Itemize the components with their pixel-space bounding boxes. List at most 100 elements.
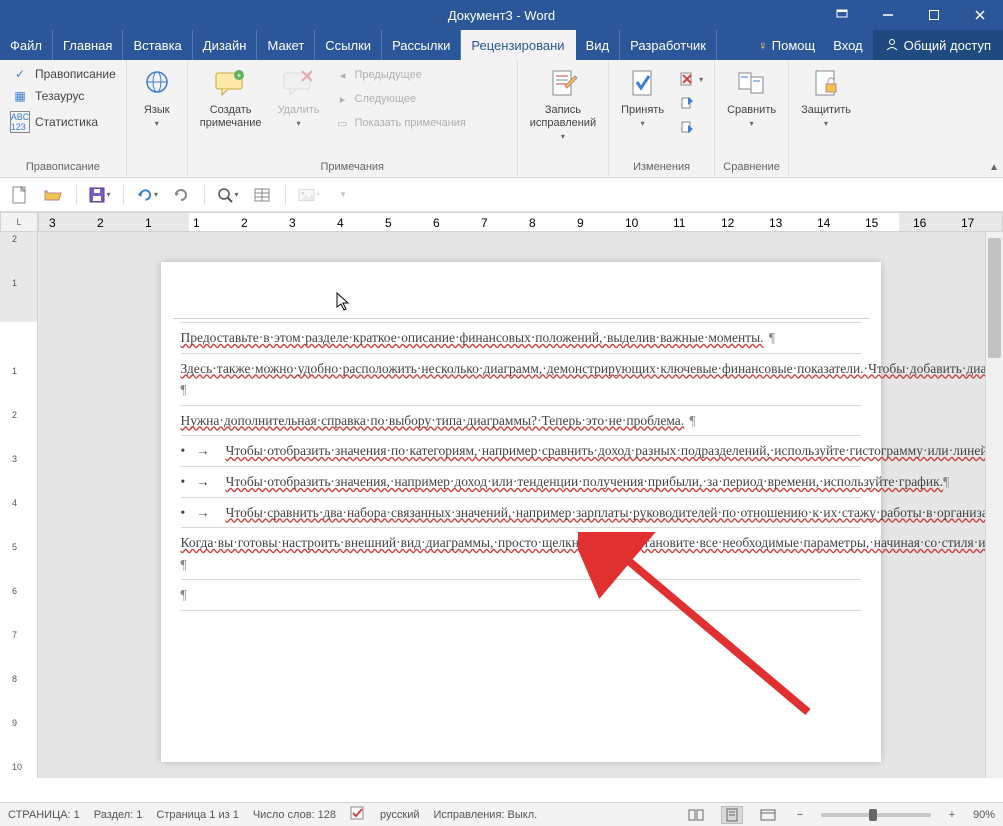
paragraph-text: Предоставьте·в·этом·разделе·краткое·опис… bbox=[181, 330, 764, 345]
paragraph-text: Когда·вы·готовы·настроить·внешний·вид·ди… bbox=[181, 535, 1003, 550]
comment-next-icon: ▸ bbox=[335, 91, 351, 107]
prev-change-button[interactable] bbox=[674, 92, 708, 114]
bullet-text: Чтобы·сравнить·два·набора·связанных·знач… bbox=[226, 502, 1003, 524]
scrollbar-thumb[interactable] bbox=[988, 238, 1001, 358]
comment-prev-icon: ◂ bbox=[335, 67, 351, 83]
group-language: Язык ▾ bbox=[127, 60, 188, 177]
comment-delete-icon bbox=[281, 66, 317, 102]
status-words[interactable]: Число слов: 128 bbox=[253, 809, 336, 821]
ruler-number: 8 bbox=[529, 216, 536, 230]
undo-button[interactable]: ▾ bbox=[136, 184, 158, 206]
tab-references[interactable]: Ссылки bbox=[315, 30, 382, 60]
reject-button[interactable]: ▾ bbox=[674, 68, 708, 90]
check-abc-icon: ✓ bbox=[10, 67, 30, 81]
compare-button[interactable]: Сравнить ▾ bbox=[721, 64, 782, 130]
ruler-number: 1 bbox=[145, 216, 152, 230]
tab-developer[interactable]: Разработчик bbox=[620, 30, 717, 60]
view-web-button[interactable] bbox=[757, 806, 779, 824]
view-print-button[interactable] bbox=[721, 806, 743, 824]
vertical-scrollbar[interactable] bbox=[985, 232, 1003, 778]
bullet-text: Чтобы·отобразить·значения·по·категориям,… bbox=[226, 440, 1003, 462]
next-comment-button[interactable]: ▸Следующее bbox=[330, 88, 471, 110]
zoom-knob[interactable] bbox=[869, 809, 877, 821]
ruler-number: 2 bbox=[12, 234, 17, 244]
next-change-button[interactable] bbox=[674, 116, 708, 138]
protect-button[interactable]: Защитить ▾ bbox=[795, 64, 857, 130]
language-button[interactable]: Язык ▾ bbox=[133, 64, 181, 130]
tab-view[interactable]: Вид bbox=[576, 30, 621, 60]
table-icon bbox=[254, 188, 270, 202]
document-scroll[interactable]: Предоставьте·в·этом·разделе·краткое·опис… bbox=[38, 232, 1003, 778]
tab-file[interactable]: Файл bbox=[0, 30, 53, 60]
tab-insert[interactable]: Вставка bbox=[123, 30, 192, 60]
chevron-down-icon: ▾ bbox=[155, 119, 159, 128]
save-button[interactable]: ▾ bbox=[89, 184, 111, 206]
redo-button[interactable] bbox=[170, 184, 192, 206]
ruler-number: 3 bbox=[289, 216, 296, 230]
horizontal-ruler[interactable]: 3211234567891011121314151617 bbox=[38, 212, 1003, 232]
stats-button[interactable]: ABC123Статистика bbox=[6, 108, 120, 136]
close-icon[interactable] bbox=[957, 0, 1003, 30]
show-comments-button[interactable]: ▭Показать примечания bbox=[330, 112, 471, 134]
status-language[interactable]: русский bbox=[380, 809, 419, 821]
help-button[interactable]: ♀Помощ bbox=[750, 30, 823, 60]
ruler-number: 8 bbox=[12, 674, 17, 684]
share-icon bbox=[885, 38, 899, 52]
new-doc-button[interactable] bbox=[8, 184, 30, 206]
status-track[interactable]: Исправления: Выкл. bbox=[434, 809, 538, 821]
chevron-down-icon: ▾ bbox=[296, 119, 300, 128]
picture-button[interactable]: ▾ bbox=[298, 184, 320, 206]
document-area: 2112345678910 Предоставьте·в·этом·раздел… bbox=[0, 232, 1003, 778]
vertical-ruler[interactable]: 2112345678910 bbox=[0, 232, 38, 778]
delete-comment-button[interactable]: Удалить ▾ bbox=[272, 64, 326, 130]
login-button[interactable]: Вход bbox=[823, 30, 872, 60]
magnifier-icon bbox=[217, 187, 233, 203]
ruler-number: 4 bbox=[337, 216, 344, 230]
share-button[interactable]: Общий доступ bbox=[873, 30, 1003, 60]
globe-icon bbox=[139, 66, 175, 102]
thesaurus-button[interactable]: ▦Тезаурус bbox=[6, 86, 120, 106]
ruler-number: 9 bbox=[12, 718, 17, 728]
qat-customize[interactable]: ▾ bbox=[332, 184, 354, 206]
prev-comment-button[interactable]: ◂Предыдущее bbox=[330, 64, 471, 86]
status-page-of[interactable]: Страница 1 из 1 bbox=[156, 809, 238, 821]
next-change-icon bbox=[679, 119, 695, 135]
spellcheck-status-icon[interactable] bbox=[350, 806, 366, 823]
minimize-icon[interactable] bbox=[865, 0, 911, 30]
tab-home[interactable]: Главная bbox=[53, 30, 123, 60]
view-read-button[interactable] bbox=[685, 806, 707, 824]
tab-selector[interactable]: L bbox=[0, 212, 38, 232]
table-button[interactable] bbox=[251, 184, 273, 206]
compare-icon bbox=[734, 66, 770, 102]
accept-button[interactable]: Принять ▾ bbox=[615, 64, 670, 130]
ruler-row: L 3211234567891011121314151617 bbox=[0, 212, 1003, 232]
collapse-ribbon-icon[interactable]: ▲ bbox=[989, 162, 999, 173]
tab-design[interactable]: Дизайн bbox=[193, 30, 258, 60]
tab-review[interactable]: Рецензировани bbox=[461, 30, 575, 60]
group-changes-label: Изменения bbox=[615, 159, 708, 175]
group-proofing: ✓Правописание ▦Тезаурус ABC123Статистика… bbox=[0, 60, 127, 177]
zoom-in-button[interactable]: + bbox=[945, 809, 959, 821]
maximize-icon[interactable] bbox=[911, 0, 957, 30]
ruler-number: 5 bbox=[385, 216, 392, 230]
zoom-slider[interactable] bbox=[821, 813, 931, 817]
status-page[interactable]: СТРАНИЦА: 1 bbox=[8, 809, 80, 821]
group-comments: + Создать примечание Удалить ▾ ◂Предыдущ… bbox=[188, 60, 518, 177]
open-button[interactable] bbox=[42, 184, 64, 206]
status-section[interactable]: Раздел: 1 bbox=[94, 809, 143, 821]
tab-mailings[interactable]: Рассылки bbox=[382, 30, 461, 60]
group-proofing-label: Правописание bbox=[6, 159, 120, 175]
ruler-number: 7 bbox=[12, 630, 17, 640]
chevron-down-icon: ▾ bbox=[341, 189, 346, 200]
ribbon-options-icon[interactable] bbox=[819, 0, 865, 30]
status-bar: СТРАНИЦА: 1 Раздел: 1 Страница 1 из 1 Чи… bbox=[0, 802, 1003, 826]
track-changes-button[interactable]: Запись исправлений ▾ bbox=[524, 64, 602, 143]
print-preview-button[interactable]: ▾ bbox=[217, 184, 239, 206]
paragraph-text: Нужна·дополнительная·справка·по·выбору·т… bbox=[181, 413, 685, 428]
group-tracking: Запись исправлений ▾ bbox=[518, 60, 609, 177]
tab-layout[interactable]: Макет bbox=[257, 30, 315, 60]
zoom-value[interactable]: 90% bbox=[973, 809, 995, 821]
zoom-out-button[interactable]: − bbox=[793, 809, 807, 821]
spelling-button[interactable]: ✓Правописание bbox=[6, 64, 120, 84]
new-comment-button[interactable]: + Создать примечание bbox=[194, 64, 268, 132]
